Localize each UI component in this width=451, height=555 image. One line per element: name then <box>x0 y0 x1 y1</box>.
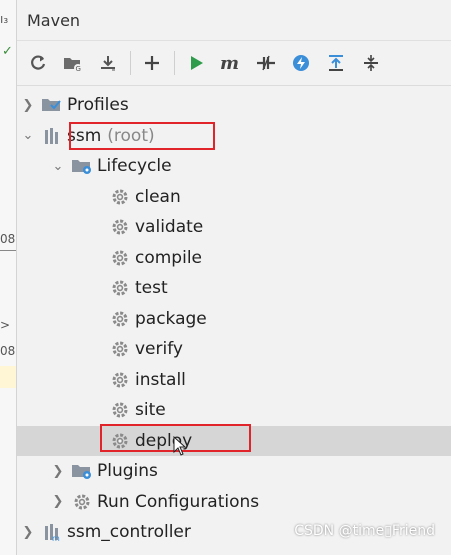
node-label: ssm <box>67 125 102 146</box>
skip-tests-icon <box>293 55 309 71</box>
profiles-folder-icon <box>41 95 63 115</box>
root-suffix: (root) <box>107 125 155 146</box>
phase-label: validate <box>135 217 204 238</box>
phase-label: test <box>135 278 168 299</box>
maven-module-icon <box>41 126 63 146</box>
add-project-button[interactable] <box>137 48 167 78</box>
maven-module-icon: m <box>41 522 63 542</box>
phase-label: site <box>135 400 166 421</box>
lifecycle-phase-verify[interactable]: verify <box>17 334 451 365</box>
node-label: Lifecycle <box>97 156 172 177</box>
plugins-folder-icon <box>71 461 93 481</box>
gear-icon <box>109 431 131 451</box>
node-label: Run Configurations <box>97 491 260 512</box>
node-label: ssm_controller <box>67 522 191 543</box>
folder-generate-icon: G <box>64 58 82 73</box>
add-icon <box>145 56 159 70</box>
collapse-icon <box>364 55 378 71</box>
lifecycle-phase-validate[interactable]: validate <box>17 212 451 243</box>
gear-icon <box>109 370 131 390</box>
show-dependencies-icon <box>329 55 343 71</box>
lifecycle-phase-deploy[interactable]: deploy <box>17 425 451 456</box>
phase-label: install <box>135 369 186 390</box>
tree-node-plugins[interactable]: ❯ Plugins <box>17 456 451 487</box>
editor-gutter: ı₃ ✓ 08 > 08 <box>0 0 17 555</box>
gear-icon <box>109 187 131 207</box>
reload-icon <box>31 55 46 70</box>
panel-title: Maven <box>27 10 81 30</box>
download-sources-button[interactable] <box>93 48 123 78</box>
phase-label: compile <box>135 247 203 268</box>
tree-node-ssm-root[interactable]: ⌄ ssm (root) <box>17 121 451 152</box>
watermark: CSDN @time▯Friend <box>294 523 435 539</box>
gear-icon <box>109 339 131 359</box>
tree-node-lifecycle[interactable]: ⌄ Lifecycle <box>17 151 451 182</box>
lifecycle-phase-compile[interactable]: compile <box>17 243 451 274</box>
chevron-right-icon[interactable]: ❯ <box>51 464 65 479</box>
run-icon <box>191 56 203 70</box>
maven-toolbar: G m <box>17 41 451 86</box>
maven-project-tree: ❯ Profiles ⌄ ssm (root) ⌄ Lifecycle clea… <box>17 86 451 548</box>
tool-window-title: Maven <box>17 0 451 41</box>
lifecycle-phase-test[interactable]: test <box>17 273 451 304</box>
lifecycle-phase-site[interactable]: site <box>17 395 451 426</box>
gutter-label: ı₃ <box>0 12 9 26</box>
toolbar-separator <box>174 51 175 75</box>
run-button[interactable] <box>181 48 211 78</box>
chevron-right-icon[interactable]: ❯ <box>51 494 65 509</box>
mouse-cursor-icon <box>173 436 187 456</box>
lifecycle-phase-install[interactable]: install <box>17 365 451 396</box>
lifecycle-phase-clean[interactable]: clean <box>17 182 451 213</box>
skip-tests-button[interactable] <box>286 48 316 78</box>
node-label: Plugins <box>97 461 158 482</box>
check-icon: ✓ <box>2 44 13 59</box>
generate-sources-button[interactable]: G <box>58 48 88 78</box>
toggle-offline-button[interactable] <box>251 48 281 78</box>
tree-node-profiles[interactable]: ❯ Profiles <box>17 90 451 121</box>
toggle-offline-icon <box>257 55 275 71</box>
gear-icon <box>109 217 131 237</box>
execute-goal-button[interactable]: m <box>216 48 246 78</box>
svg-text:m: m <box>220 53 239 73</box>
lifecycle-folder-icon <box>71 156 93 176</box>
gutter-number: 08 <box>0 344 16 358</box>
phase-label: package <box>135 308 207 329</box>
chevron-right-icon[interactable]: ❯ <box>21 98 35 113</box>
download-icon <box>101 56 115 71</box>
gutter-number: 08 <box>0 232 16 246</box>
node-label: Profiles <box>67 95 129 116</box>
gutter-divider <box>0 250 16 251</box>
lifecycle-phase-list: clean validate compile test package verify ins… <box>17 182 451 456</box>
chevron-right-icon[interactable]: ❯ <box>21 525 35 540</box>
phase-label: verify <box>135 339 183 360</box>
gutter-highlight <box>0 366 16 388</box>
toolbar-separator <box>130 51 131 75</box>
collapse-all-button[interactable] <box>356 48 386 78</box>
gear-icon <box>109 248 131 268</box>
svg-text:m: m <box>52 534 60 542</box>
gutter-caret: > <box>0 318 11 332</box>
gear-icon <box>71 492 93 512</box>
gear-icon <box>109 278 131 298</box>
lifecycle-phase-package[interactable]: package <box>17 304 451 335</box>
maven-tool-window: Maven G m ❯ Profiles ⌄ ssm (root) ⌄ Life… <box>17 0 451 555</box>
chevron-down-icon[interactable]: ⌄ <box>21 128 35 143</box>
show-dependencies-button[interactable] <box>321 48 351 78</box>
gear-icon <box>109 309 131 329</box>
chevron-down-icon[interactable]: ⌄ <box>51 159 65 174</box>
tree-node-run-configurations[interactable]: ❯ Run Configurations <box>17 487 451 518</box>
svg-text:G: G <box>76 65 81 73</box>
reload-button[interactable] <box>23 48 53 78</box>
phase-label: clean <box>135 186 181 207</box>
gear-icon <box>109 400 131 420</box>
maven-goal-icon: m <box>220 53 239 73</box>
